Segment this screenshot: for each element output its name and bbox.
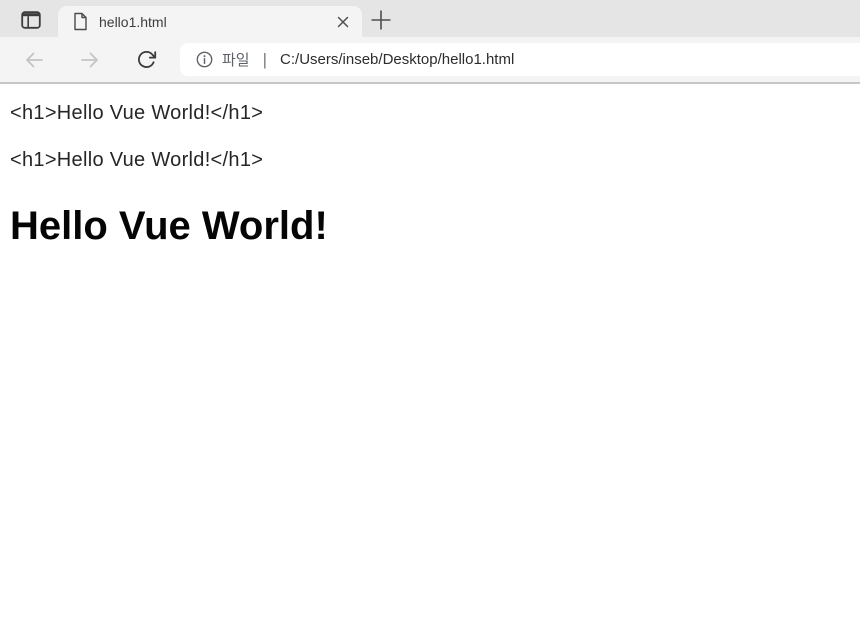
window-layout-icon (20, 9, 42, 31)
close-icon (337, 16, 349, 28)
refresh-icon (136, 49, 157, 70)
new-tab-button[interactable] (368, 7, 394, 33)
url-text: C:/Users/inseb/Desktop/hello1.html (280, 51, 515, 68)
page-heading: Hello Vue World! (10, 204, 328, 248)
address-separator: | (262, 49, 268, 69)
address-bar[interactable]: 파일 | C:/Users/inseb/Desktop/hello1.html (180, 43, 860, 76)
info-icon (196, 51, 213, 68)
site-info-chip[interactable]: 파일 (196, 49, 250, 70)
back-button[interactable] (14, 42, 54, 78)
arrow-right-icon (79, 49, 101, 71)
document-icon (72, 12, 89, 31)
forward-button[interactable] (70, 42, 110, 78)
browser-window: hello1.html 파일 | C:/Users/inseb/Desktop/… (0, 0, 860, 634)
tab-hello1[interactable]: hello1.html (58, 6, 362, 37)
plus-icon (369, 8, 393, 32)
tab-bar: hello1.html (0, 0, 860, 37)
code-text-line-1: <h1>Hello Vue World!</h1> (10, 102, 264, 124)
tab-close-button[interactable] (332, 11, 354, 33)
url-scheme-label: 파일 (222, 52, 250, 69)
arrow-left-icon (23, 49, 45, 71)
code-text-line-2: <h1>Hello Vue World!</h1> (10, 149, 264, 171)
browser-toolbar: 파일 | C:/Users/inseb/Desktop/hello1.html (0, 37, 860, 84)
page-content: <h1>Hello Vue World!</h1> <h1>Hello Vue … (0, 100, 860, 634)
tab-title: hello1.html (99, 13, 167, 30)
refresh-button[interactable] (126, 42, 166, 78)
tab-actions-menu-button[interactable] (14, 7, 48, 33)
